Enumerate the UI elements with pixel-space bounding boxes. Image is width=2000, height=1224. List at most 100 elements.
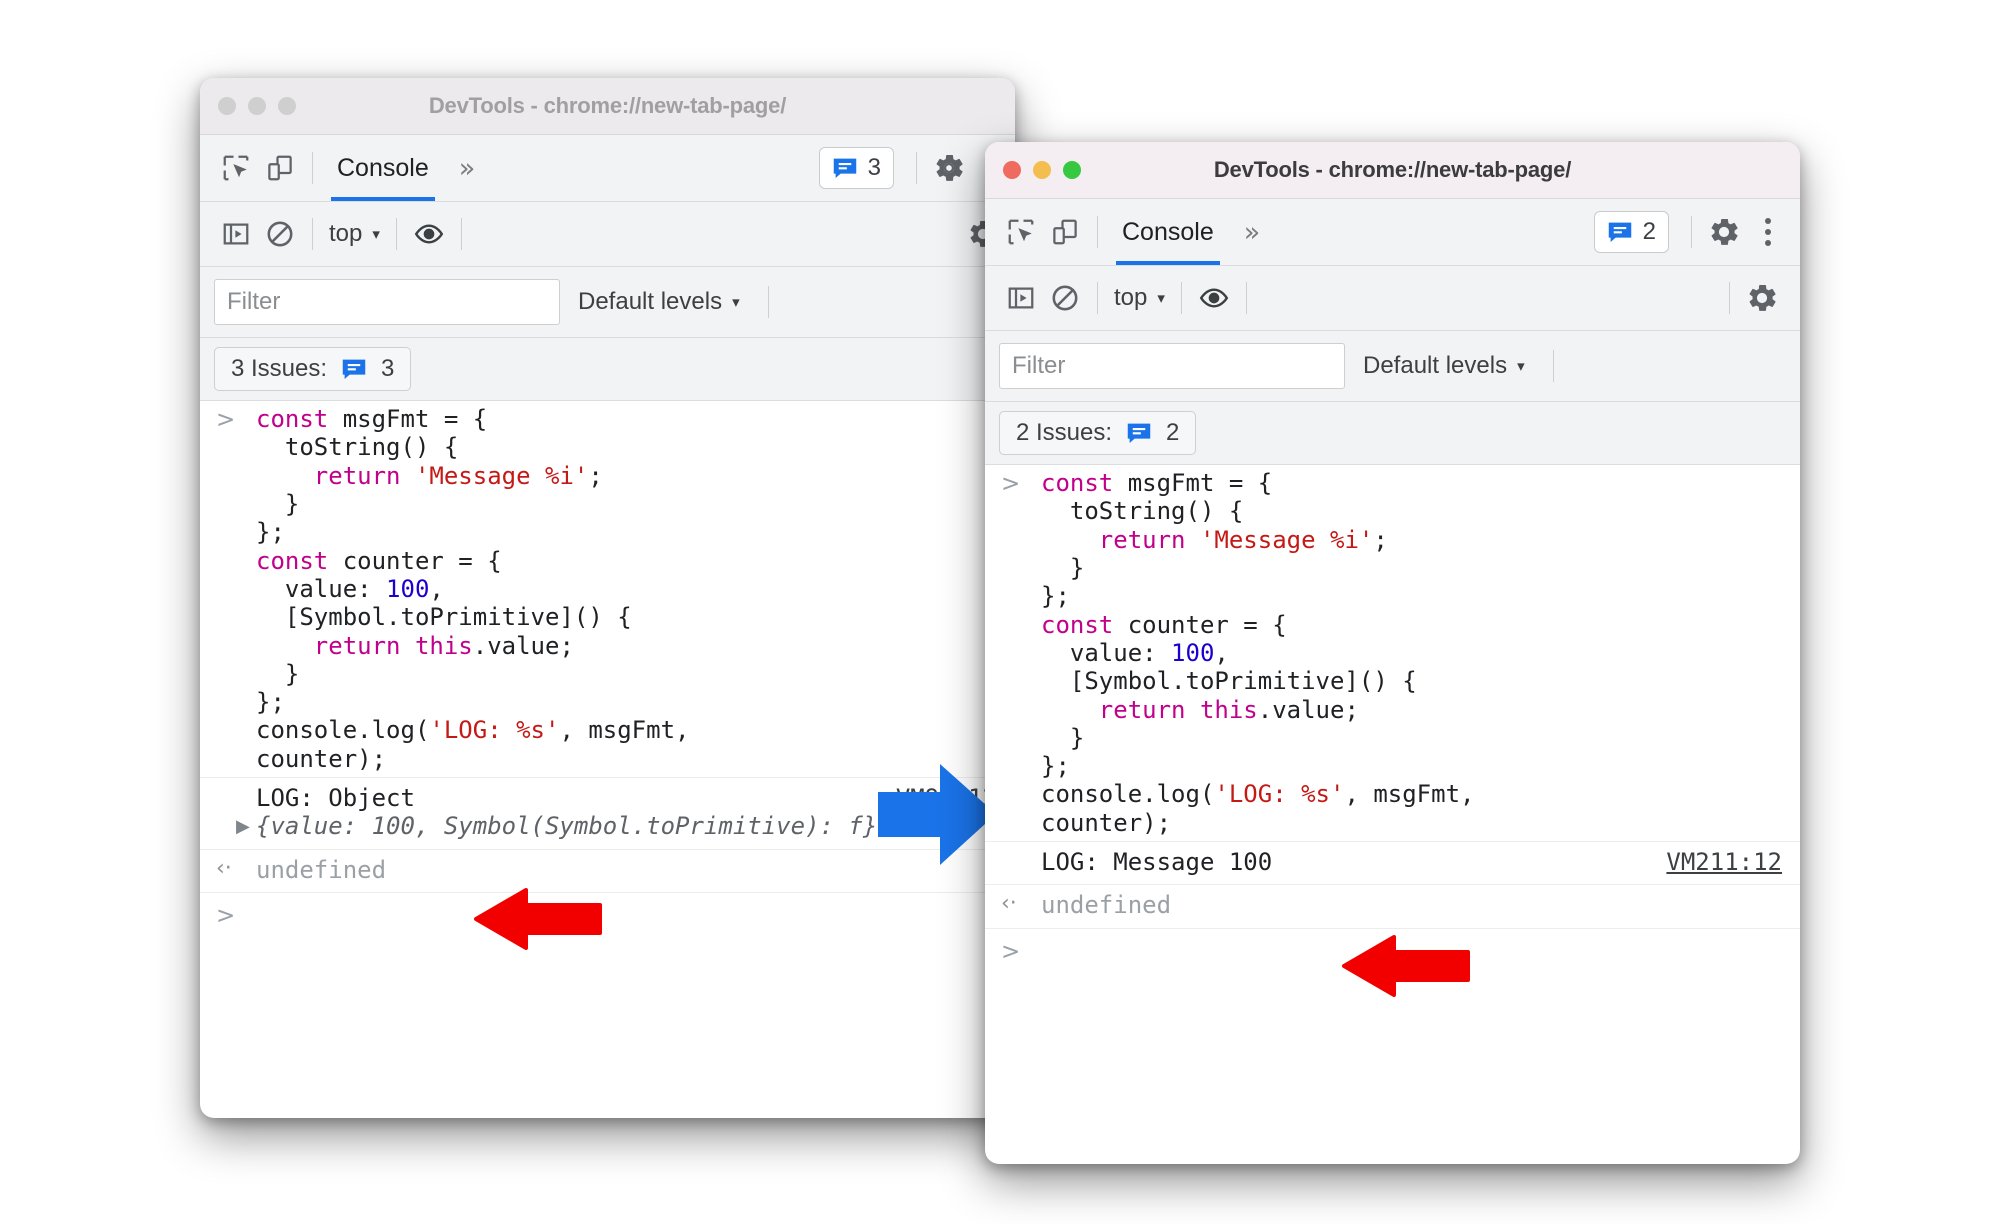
more-tabs-icon[interactable]: » xyxy=(1228,217,1277,248)
gear-icon[interactable] xyxy=(927,146,971,190)
issues-badge[interactable]: 3 xyxy=(818,147,894,189)
console-toolbar-divider-2 xyxy=(395,218,397,250)
gear-icon[interactable] xyxy=(1740,276,1784,320)
traffic-lights[interactable] xyxy=(200,97,296,115)
devtools-window-before[interactable]: DevTools - chrome://new-tab-page/ Consol… xyxy=(200,78,1015,1118)
window-title: DevTools - chrome://new-tab-page/ xyxy=(1213,157,1572,182)
console-toolbar-divider-3 xyxy=(1245,282,1247,314)
return-glyph: ‹· xyxy=(216,855,232,881)
filter-input[interactable]: Filter xyxy=(999,343,1345,389)
callout-arrow-back xyxy=(472,888,602,950)
chevron-down-icon: ▾ xyxy=(372,225,380,243)
console-toolbar-divider xyxy=(312,218,313,250)
toolbar-divider xyxy=(1097,216,1098,248)
callout-arrow-front xyxy=(1340,935,1470,997)
log-levels-selector[interactable]: Default levels ▾ xyxy=(560,288,758,316)
execution-context-label: top xyxy=(329,220,363,247)
kebab-dots xyxy=(1759,218,1777,246)
console-sidebar-icon[interactable] xyxy=(214,212,258,256)
close-window-button[interactable] xyxy=(218,97,236,115)
issues-summary-bar[interactable]: 3 Issues: 3 xyxy=(200,338,1015,401)
prompt-glyph: > xyxy=(1001,471,1021,497)
issues-summary-count: 3 xyxy=(381,355,395,382)
issues-summary-label: 2 Issues: xyxy=(1016,419,1113,446)
window-titlebar[interactable]: DevTools - chrome://new-tab-page/ xyxy=(200,78,1015,135)
toolbar-divider-2 xyxy=(1691,216,1692,248)
chevron-down-icon: ▾ xyxy=(1517,357,1525,375)
issues-summary-count: 2 xyxy=(1166,419,1180,446)
toolbar-divider xyxy=(312,152,313,184)
console-sidebar-icon[interactable] xyxy=(999,276,1043,320)
console-toolbar-divider xyxy=(1097,282,1098,314)
close-window-button[interactable] xyxy=(1003,161,1021,179)
console-prompt-row[interactable]: > xyxy=(200,892,1015,929)
gear-icon[interactable] xyxy=(1702,210,1746,254)
console-toolbar-divider-3 xyxy=(460,218,462,250)
console-return-value: undefined xyxy=(1041,891,1172,920)
tab-console[interactable]: Console xyxy=(1108,199,1228,265)
console-filter-row[interactable]: Filter Default levels ▾ xyxy=(985,331,1800,402)
return-glyph: ‹· xyxy=(1001,891,1017,917)
zoom-window-button[interactable] xyxy=(278,97,296,115)
devtools-main-toolbar[interactable]: Console » 2 xyxy=(985,199,1800,266)
console-filter-row[interactable]: Filter Default levels ▾ xyxy=(200,267,1015,338)
filter-input[interactable]: Filter xyxy=(214,279,560,325)
console-log-entry[interactable]: LOG: Message 100 VM211:12 xyxy=(985,841,1800,884)
minimize-window-button[interactable] xyxy=(248,97,266,115)
log-levels-selector[interactable]: Default levels ▾ xyxy=(1345,352,1543,380)
issues-summary-bar[interactable]: 2 Issues: 2 xyxy=(985,402,1800,465)
window-titlebar[interactable]: DevTools - chrome://new-tab-page/ xyxy=(985,142,1800,199)
transition-arrow xyxy=(878,762,998,867)
console-input-entry[interactable]: > const msgFmt = { toString() { return '… xyxy=(985,465,1800,841)
execution-context-label: top xyxy=(1114,284,1148,311)
devtools-main-toolbar[interactable]: Console » 3 xyxy=(200,135,1015,202)
execution-context-selector[interactable]: top ▾ xyxy=(323,220,386,248)
more-tabs-icon[interactable]: » xyxy=(443,153,492,184)
console-toolbar-divider-2 xyxy=(1180,282,1182,314)
console-source-link[interactable]: VM211:12 xyxy=(1666,848,1782,876)
log-levels-label: Default levels xyxy=(1363,352,1508,379)
issues-summary-button[interactable]: 3 Issues: 3 xyxy=(214,347,412,391)
console-input-entry[interactable]: > const msgFmt = { toString() { return '… xyxy=(200,401,1015,777)
expand-object-triangle-icon[interactable]: ▶ xyxy=(236,816,250,837)
more-options-icon[interactable] xyxy=(1746,210,1790,254)
inspect-cursor-icon[interactable] xyxy=(999,210,1043,254)
log-levels-label: Default levels xyxy=(578,288,723,315)
execution-context-selector[interactable]: top ▾ xyxy=(1108,284,1171,312)
issues-summary-button[interactable]: 2 Issues: 2 xyxy=(999,411,1197,455)
device-toolbar-icon[interactable] xyxy=(258,146,302,190)
console-output-back[interactable]: > const msgFmt = { toString() { return '… xyxy=(200,401,1015,1051)
window-title: DevTools - chrome://new-tab-page/ xyxy=(428,93,787,118)
console-toolbar[interactable]: top ▾ xyxy=(985,266,1800,331)
console-output-front[interactable]: > const msgFmt = { toString() { return '… xyxy=(985,465,1800,1105)
zoom-window-button[interactable] xyxy=(1063,161,1081,179)
clear-console-icon[interactable] xyxy=(258,212,302,256)
device-toolbar-icon[interactable] xyxy=(1043,210,1087,254)
console-toolbar[interactable]: top ▾ xyxy=(200,202,1015,267)
prompt-glyph: > xyxy=(216,903,236,929)
issues-message-icon xyxy=(342,359,366,379)
issues-message-icon xyxy=(833,158,856,178)
console-input-code: const msgFmt = { toString() { return 'Me… xyxy=(256,405,690,773)
live-expression-eye-icon[interactable] xyxy=(407,212,451,256)
toolbar-divider-2 xyxy=(916,152,917,184)
screenshot-stage: DevTools - chrome://new-tab-page/ Consol… xyxy=(0,0,2000,1224)
devtools-window-after[interactable]: DevTools - chrome://new-tab-page/ Consol… xyxy=(985,142,1800,1164)
issues-badge[interactable]: 2 xyxy=(1593,211,1669,253)
inspect-cursor-icon[interactable] xyxy=(214,146,258,190)
issues-message-icon xyxy=(1608,222,1631,242)
console-return-entry: ‹· undefined xyxy=(985,884,1800,927)
live-expression-eye-icon[interactable] xyxy=(1192,276,1236,320)
traffic-lights[interactable] xyxy=(985,161,1081,179)
clear-console-icon[interactable] xyxy=(1043,276,1087,320)
minimize-window-button[interactable] xyxy=(1033,161,1051,179)
issues-summary-label: 3 Issues: xyxy=(231,355,328,382)
issues-message-icon xyxy=(1127,423,1151,443)
prompt-glyph: > xyxy=(1001,938,1021,965)
console-toolbar-divider-4 xyxy=(1729,282,1730,314)
filter-row-divider xyxy=(1552,350,1554,382)
chevron-down-icon: ▾ xyxy=(1157,289,1165,307)
tab-console[interactable]: Console xyxy=(323,135,443,201)
chevron-down-icon: ▾ xyxy=(732,293,740,311)
issues-badge-count: 2 xyxy=(1642,218,1656,245)
